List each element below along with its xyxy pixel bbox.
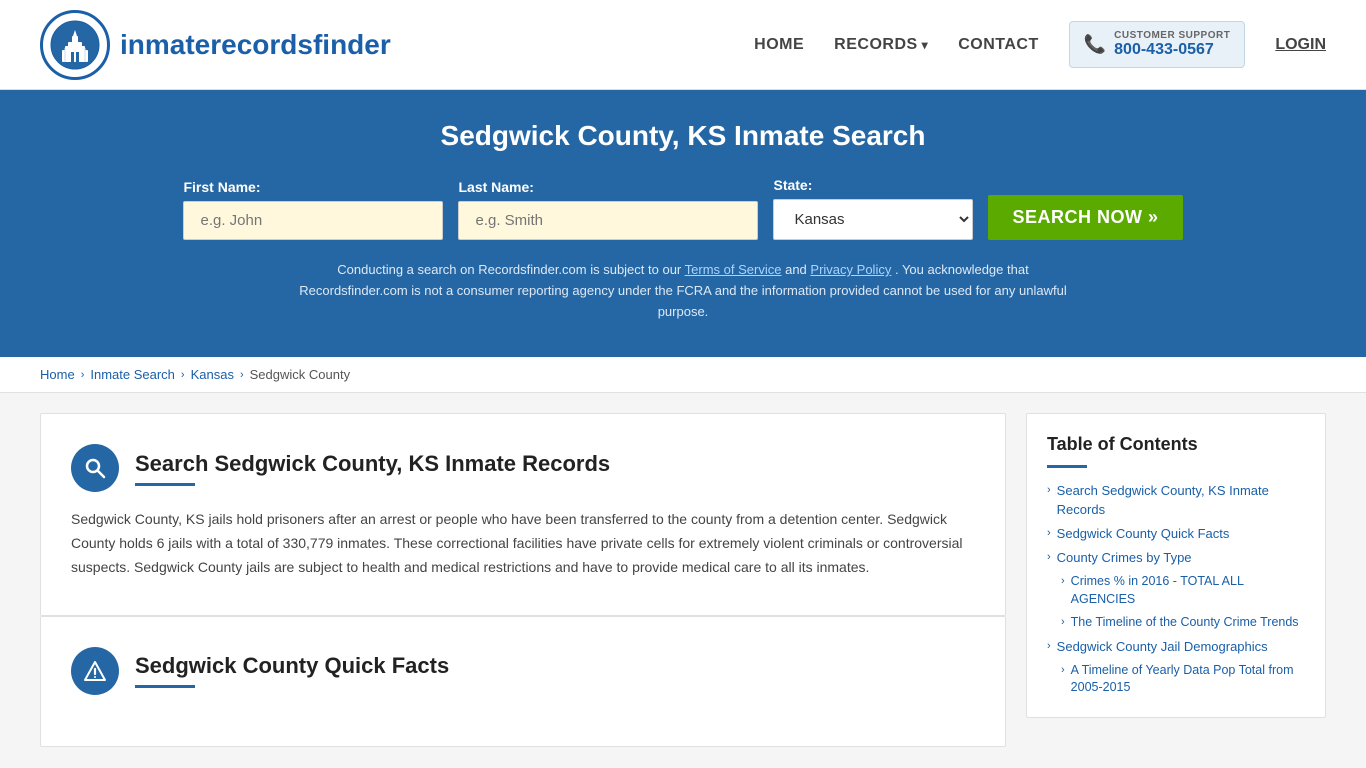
hero-disclaimer: Conducting a search on Recordsfinder.com… — [293, 260, 1073, 322]
breadcrumb-home[interactable]: Home — [40, 367, 75, 382]
toc-item-4: › The Timeline of the County Crime Trend… — [1061, 614, 1305, 632]
card-title-wrapper-qf: Sedgwick County Quick Facts — [135, 653, 449, 688]
toc-sublist: › Crimes % in 2016 - TOTAL ALL AGENCIES … — [1047, 573, 1305, 632]
hero-title: Sedgwick County, KS Inmate Search — [40, 120, 1326, 152]
breadcrumb-kansas[interactable]: Kansas — [191, 367, 234, 382]
toc-item-5: › Sedgwick County Jail Demographics — [1047, 638, 1305, 656]
toc-chevron-6: › — [1061, 664, 1065, 676]
search-records-card: Search Sedgwick County, KS Inmate Record… — [40, 413, 1006, 615]
toc-link-4[interactable]: The Timeline of the County Crime Trends — [1071, 614, 1299, 632]
toc-link-5[interactable]: Sedgwick County Jail Demographics — [1057, 638, 1268, 656]
toc-item-6: › A Timeline of Yearly Data Pop Total fr… — [1061, 662, 1305, 697]
card-title-underline-qf — [135, 685, 195, 688]
search-form: First Name: Last Name: State: Kansas SEA… — [40, 177, 1326, 240]
nav-home[interactable]: HOME — [754, 36, 804, 54]
toc-item-2: › County Crimes by Type — [1047, 549, 1305, 567]
toc-link-3[interactable]: Crimes % in 2016 - TOTAL ALL AGENCIES — [1071, 573, 1305, 608]
last-name-label: Last Name: — [458, 179, 533, 195]
breadcrumb-sep-3: › — [240, 369, 244, 381]
breadcrumb-current: Sedgwick County — [250, 367, 350, 382]
chevron-down-icon: ▾ — [922, 38, 929, 52]
breadcrumb-inmate-search[interactable]: Inmate Search — [90, 367, 175, 382]
quick-facts-card: Sedgwick County Quick Facts — [40, 616, 1006, 747]
support-text: CUSTOMER SUPPORT 800-433-0567 — [1114, 30, 1230, 59]
toc-sublist-2: › A Timeline of Yearly Data Pop Total fr… — [1047, 662, 1305, 697]
logo-text: inmaterecordsfinder — [120, 29, 391, 61]
toc-chevron-4: › — [1061, 616, 1065, 628]
toc-chevron-5: › — [1047, 640, 1051, 652]
privacy-link[interactable]: Privacy Policy — [810, 262, 891, 277]
login-button[interactable]: LOGIN — [1275, 36, 1326, 54]
state-label: State: — [773, 177, 812, 193]
logo-icon — [40, 10, 110, 80]
hero-section: Sedgwick County, KS Inmate Search First … — [0, 90, 1366, 357]
toc-chevron-1: › — [1047, 527, 1051, 539]
toc-item-0: › Search Sedgwick County, KS Inmate Reco… — [1047, 482, 1305, 518]
state-select[interactable]: Kansas — [773, 199, 973, 240]
toc-list: › Search Sedgwick County, KS Inmate Reco… — [1047, 482, 1305, 696]
breadcrumb: Home › Inmate Search › Kansas › Sedgwick… — [0, 357, 1366, 393]
toc-chevron-0: › — [1047, 484, 1051, 496]
sidebar: Table of Contents › Search Sedgwick Coun… — [1026, 413, 1326, 746]
search-button[interactable]: SEARCH NOW » — [988, 195, 1182, 240]
search-icon-circle — [71, 444, 119, 492]
toc-item-1: › Sedgwick County Quick Facts — [1047, 525, 1305, 543]
first-name-label: First Name: — [183, 179, 260, 195]
card-title-wrapper: Search Sedgwick County, KS Inmate Record… — [135, 451, 610, 486]
card-title-search: Search Sedgwick County, KS Inmate Record… — [135, 451, 610, 477]
content-area: Search Sedgwick County, KS Inmate Record… — [40, 413, 1006, 746]
first-name-input[interactable] — [183, 201, 443, 240]
toc-chevron-2: › — [1047, 551, 1051, 563]
toc-link-0[interactable]: Search Sedgwick County, KS Inmate Record… — [1057, 482, 1305, 518]
card-title-quickfacts: Sedgwick County Quick Facts — [135, 653, 449, 679]
phone-icon: 📞 — [1084, 34, 1106, 55]
card-body-search: Sedgwick County, KS jails hold prisoners… — [71, 508, 975, 579]
logo-area: inmaterecordsfinder — [40, 10, 391, 80]
toc-link-2[interactable]: County Crimes by Type — [1057, 549, 1192, 567]
card-header-quickfacts: Sedgwick County Quick Facts — [71, 647, 975, 695]
card-header-search: Search Sedgwick County, KS Inmate Record… — [71, 444, 975, 492]
nav-records[interactable]: RECORDS ▾ — [834, 36, 928, 54]
main-nav: HOME RECORDS ▾ CONTACT 📞 CUSTOMER SUPPOR… — [754, 21, 1326, 68]
site-header: inmaterecordsfinder HOME RECORDS ▾ CONTA… — [0, 0, 1366, 90]
main-content: Search Sedgwick County, KS Inmate Record… — [0, 393, 1366, 766]
terms-link[interactable]: Terms of Service — [685, 262, 782, 277]
card-title-underline — [135, 483, 195, 486]
last-name-input[interactable] — [458, 201, 758, 240]
state-group: State: Kansas — [773, 177, 973, 240]
toc-title: Table of Contents — [1047, 434, 1305, 455]
toc-divider — [1047, 465, 1087, 468]
last-name-group: Last Name: — [458, 179, 758, 240]
warning-icon-circle — [71, 647, 119, 695]
breadcrumb-sep-1: › — [81, 369, 85, 381]
toc-item-3: › Crimes % in 2016 - TOTAL ALL AGENCIES — [1061, 573, 1305, 608]
nav-contact[interactable]: CONTACT — [958, 36, 1039, 54]
toc-chevron-3: › — [1061, 575, 1065, 587]
first-name-group: First Name: — [183, 179, 443, 240]
toc-link-1[interactable]: Sedgwick County Quick Facts — [1057, 525, 1230, 543]
customer-support-box[interactable]: 📞 CUSTOMER SUPPORT 800-433-0567 — [1069, 21, 1246, 68]
toc-card: Table of Contents › Search Sedgwick Coun… — [1026, 413, 1326, 717]
breadcrumb-sep-2: › — [181, 369, 185, 381]
toc-link-6[interactable]: A Timeline of Yearly Data Pop Total from… — [1071, 662, 1305, 697]
